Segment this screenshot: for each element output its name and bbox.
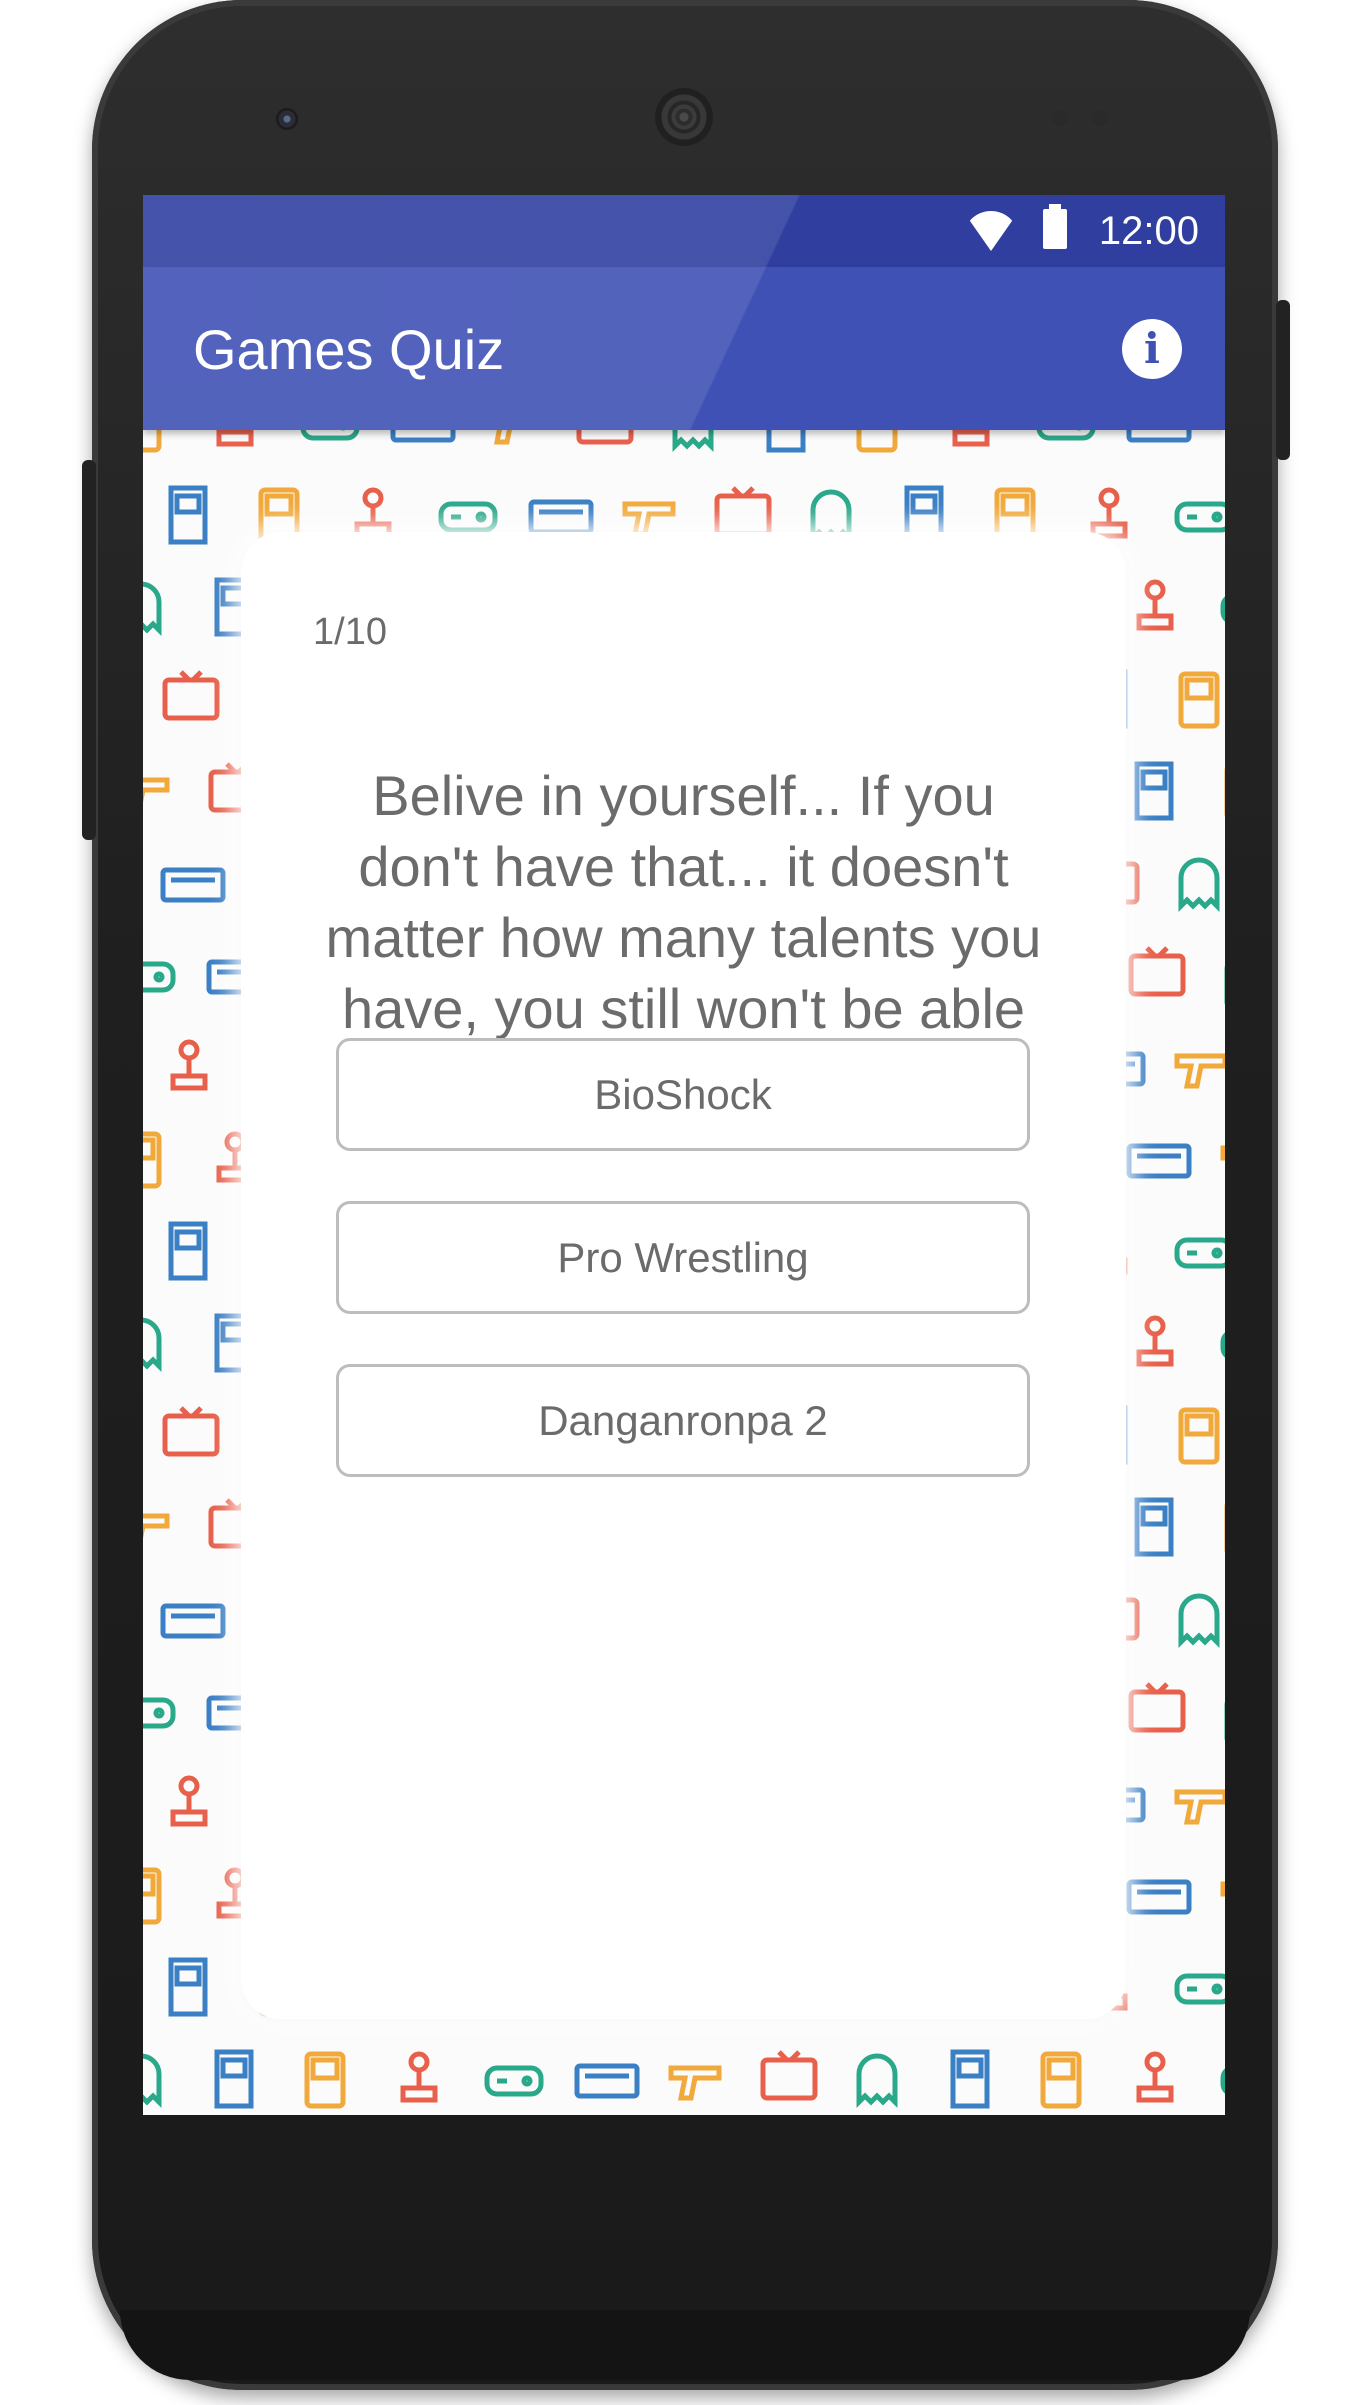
question-counter: 1/10 — [313, 611, 387, 653]
pacman-ghost-icon — [143, 1317, 162, 1373]
gamepad-icon — [1174, 1237, 1225, 1269]
gamepad-icon — [1174, 1973, 1225, 2005]
gameboy-icon — [304, 2051, 346, 2109]
screen: 12:00 Games Quiz i 1/10 Belive in yourse… — [143, 195, 1225, 2115]
arcade-cabinet-icon — [168, 1221, 208, 1281]
light-gun-icon — [1220, 1881, 1225, 1897]
arcade-cabinet-icon — [168, 1957, 208, 2017]
quiz-card: 1/10 Belive in yourself... If you don't … — [241, 532, 1126, 2019]
tv-icon — [576, 430, 634, 445]
gamepad-icon — [484, 2065, 544, 2097]
gameboy-icon — [1178, 671, 1220, 729]
retro-console-icon — [1126, 1143, 1192, 1179]
pacman-ghost-icon — [1178, 857, 1220, 913]
gamepad-icon — [438, 501, 498, 533]
joystick-icon — [216, 430, 254, 447]
joystick-icon — [170, 1775, 208, 1827]
light-gun-icon — [143, 777, 170, 803]
retro-console-icon — [160, 867, 226, 903]
light-sensor — [1092, 110, 1108, 126]
tv-icon — [760, 2050, 818, 2101]
gameboy-icon — [1040, 2051, 1082, 2109]
power-button — [1276, 300, 1290, 460]
arcade-cabinet-icon — [1134, 761, 1174, 821]
joystick-icon — [400, 2051, 438, 2103]
gamepad-icon — [1174, 501, 1225, 533]
joystick-icon — [1136, 1315, 1174, 1367]
arcade-cabinet-icon — [168, 485, 208, 545]
gameboy-icon — [1178, 1407, 1220, 1465]
answer-button-1[interactable]: BioShock — [336, 1038, 1030, 1151]
light-gun-icon — [1223, 430, 1225, 442]
phone-chin — [120, 2310, 1250, 2380]
light-gun-icon — [1220, 1145, 1225, 1161]
joystick-icon — [170, 1039, 208, 1091]
arcade-cabinet-icon — [766, 430, 806, 453]
gameboy-icon — [143, 430, 162, 453]
status-time: 12:00 — [1098, 209, 1199, 253]
light-gun-icon — [143, 1513, 170, 1539]
retro-console-icon — [574, 2063, 640, 2099]
gameboy-icon — [143, 1867, 162, 1925]
joystick-icon — [1136, 579, 1174, 631]
pacman-ghost-icon — [143, 2053, 162, 2109]
arcade-cabinet-icon — [214, 2049, 254, 2109]
wifi-icon — [963, 211, 1019, 251]
light-gun-icon — [668, 2065, 722, 2101]
pacman-ghost-icon — [856, 2053, 898, 2109]
gamepad-icon — [143, 961, 176, 993]
gamepad-icon — [143, 1697, 176, 1729]
tv-icon — [1128, 1682, 1186, 1733]
retro-console-icon — [160, 1603, 226, 1639]
app-title: Games Quiz — [193, 318, 505, 381]
light-gun-icon — [493, 430, 512, 445]
gamepad-icon — [1220, 596, 1225, 622]
app-bar: Games Quiz i — [143, 267, 1225, 430]
tv-icon — [162, 1406, 220, 1457]
answer-button-3[interactable]: Danganronpa 2 — [336, 1364, 1030, 1477]
joystick-icon — [952, 430, 990, 447]
battery-icon — [1043, 204, 1067, 249]
tv-icon — [1128, 946, 1186, 997]
volume-button — [82, 460, 96, 840]
speaker-grille — [655, 88, 713, 146]
light-gun-icon — [622, 501, 676, 537]
joystick-icon — [1136, 2051, 1174, 2103]
gamepad-icon — [300, 430, 360, 441]
info-icon[interactable]: i — [1122, 319, 1182, 379]
retro-console-icon — [390, 430, 456, 443]
arcade-cabinet-icon — [950, 2049, 990, 2109]
status-bar: 12:00 — [143, 195, 1225, 267]
light-gun-icon — [1174, 1789, 1225, 1825]
pacman-ghost-icon — [143, 581, 162, 637]
proximity-sensor — [1052, 110, 1068, 126]
pacman-ghost-icon — [672, 430, 714, 453]
joystick-icon — [1090, 487, 1128, 539]
tv-icon — [714, 486, 772, 537]
gamepad-icon — [1220, 2068, 1225, 2094]
joystick-icon — [354, 487, 392, 539]
gamepad-icon — [1036, 430, 1096, 441]
gameboy-icon — [856, 430, 898, 453]
tv-icon — [162, 670, 220, 721]
answer-button-2[interactable]: Pro Wrestling — [336, 1201, 1030, 1314]
gameboy-icon — [143, 1131, 162, 1189]
pacman-ghost-icon — [1178, 1593, 1220, 1649]
front-camera — [276, 108, 298, 130]
retro-console-icon — [1126, 430, 1192, 443]
retro-console-icon — [528, 499, 594, 535]
light-gun-icon — [1174, 1053, 1225, 1089]
retro-console-icon — [1126, 1879, 1192, 1915]
gamepad-icon — [1220, 1332, 1225, 1358]
arcade-cabinet-icon — [1134, 1497, 1174, 1557]
